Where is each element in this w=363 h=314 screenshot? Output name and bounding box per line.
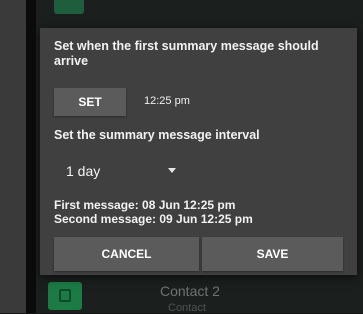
interval-heading: Set the summary message interval	[54, 128, 260, 142]
background-avatar-top	[54, 0, 84, 14]
set-time-button[interactable]: SET	[54, 88, 126, 116]
interval-selected-value: 1 day	[66, 163, 101, 179]
second-message-info: Second message: 09 Jun 12:25 pm	[54, 212, 253, 226]
avatar-glyph	[59, 289, 71, 302]
save-button[interactable]: SAVE	[202, 237, 343, 271]
cancel-button[interactable]: CANCEL	[54, 237, 199, 271]
background-contact-name: Contact 2	[160, 283, 220, 299]
selected-time: 12:25 pm	[144, 95, 190, 107]
dialog-title: Set when the first summary message shoul…	[54, 39, 319, 68]
interval-dropdown[interactable]: 1 day	[54, 156, 204, 188]
summary-schedule-dialog: Set when the first summary message shoul…	[40, 28, 357, 275]
first-message-info: First message: 08 Jun 12:25 pm	[54, 198, 236, 212]
contact-avatar-icon	[48, 282, 82, 310]
panel-divider	[26, 0, 36, 313]
chevron-down-icon	[168, 168, 176, 173]
left-edge-panel	[0, 0, 26, 313]
background-contact-sub: Contact	[168, 302, 206, 314]
